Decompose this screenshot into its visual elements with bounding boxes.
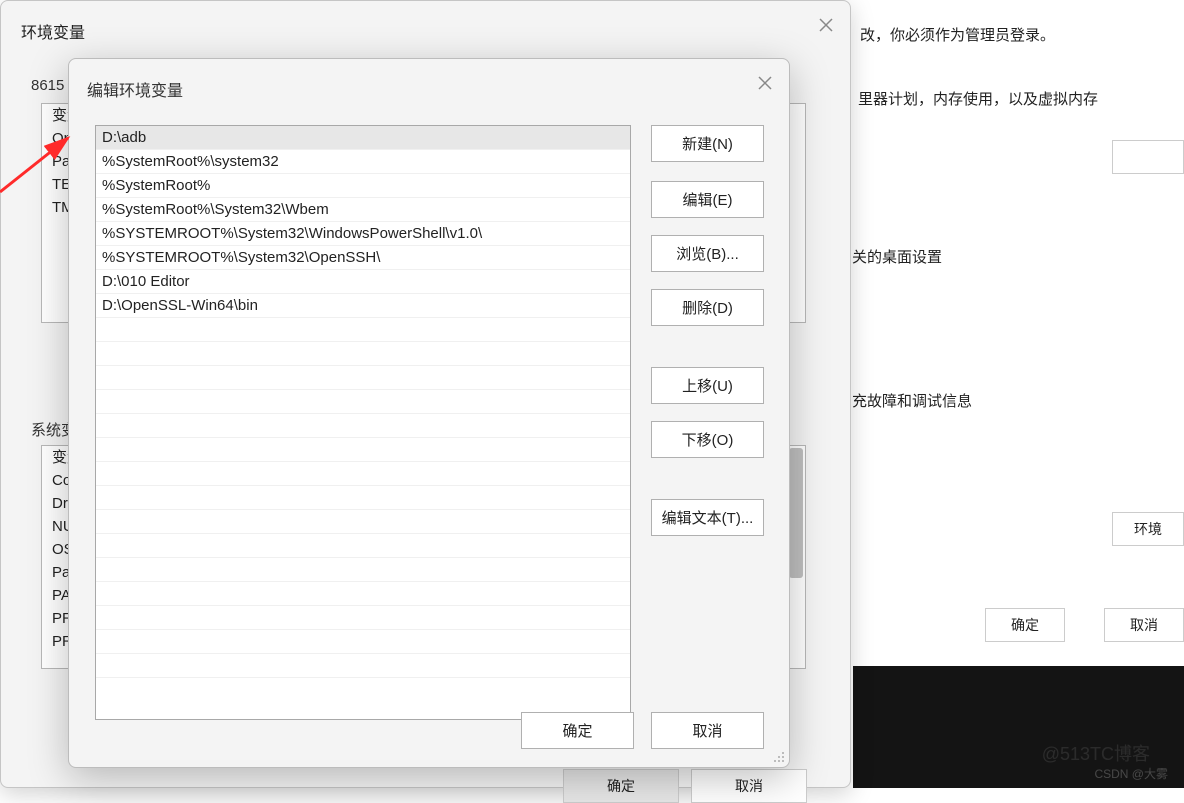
move-down-button[interactable]: 下移(O)	[651, 421, 764, 458]
bg-desktop-text: 关的桌面设置	[852, 246, 942, 267]
path-list-item-empty[interactable]	[96, 390, 630, 414]
path-list-item[interactable]: %SystemRoot%\System32\Wbem	[96, 198, 630, 222]
user-vars-label: 8615	[31, 77, 64, 94]
ok-button[interactable]: 确定	[521, 712, 634, 749]
path-list-item-empty[interactable]	[96, 606, 630, 630]
move-up-button[interactable]: 上移(U)	[651, 367, 764, 404]
edit-env-variable-dialog: 编辑环境变量 D:\adb%SystemRoot%\system32%Syste…	[68, 58, 790, 768]
path-list-item[interactable]: %SystemRoot%	[96, 174, 630, 198]
bg-admin-text: 改，你必须作为管理员登录。	[860, 24, 1055, 45]
env-ok-button[interactable]: 确定	[563, 769, 679, 803]
resize-grip-icon[interactable]	[771, 749, 785, 763]
path-list-item-empty[interactable]	[96, 318, 630, 342]
path-list-item[interactable]: D:\010 Editor	[96, 270, 630, 294]
bg-settings-button[interactable]	[1112, 140, 1184, 174]
browse-button[interactable]: 浏览(B)...	[651, 235, 764, 272]
path-list-item[interactable]: %SYSTEMROOT%\System32\OpenSSH\	[96, 246, 630, 270]
delete-button[interactable]: 删除(D)	[651, 289, 764, 326]
path-list-item-empty[interactable]	[96, 630, 630, 654]
edit-button[interactable]: 编辑(E)	[651, 181, 764, 218]
path-list-item-empty[interactable]	[96, 414, 630, 438]
path-list-item[interactable]: D:\adb	[96, 126, 630, 150]
path-listbox[interactable]: D:\adb%SystemRoot%\system32%SystemRoot%%…	[95, 125, 631, 720]
edit-dialog-title: 编辑环境变量	[87, 77, 183, 101]
path-list-item-empty[interactable]	[96, 342, 630, 366]
path-list-item[interactable]: D:\OpenSSL-Win64\bin	[96, 294, 630, 318]
path-list-item-empty[interactable]	[96, 366, 630, 390]
scrollbar-thumb[interactable]	[789, 448, 803, 578]
path-list-item-empty[interactable]	[96, 582, 630, 606]
path-list-item-empty[interactable]	[96, 534, 630, 558]
bg-cancel-button[interactable]: 取消	[1104, 608, 1184, 642]
path-list-item-empty[interactable]	[96, 462, 630, 486]
watermark-secondary: @513TC博客	[1042, 740, 1150, 766]
bg-memory-text: 里器计划，内存使用，以及虚拟内存	[858, 88, 1098, 109]
close-icon[interactable]	[816, 15, 836, 35]
path-list-item[interactable]: %SystemRoot%\system32	[96, 150, 630, 174]
path-list-item-empty[interactable]	[96, 510, 630, 534]
path-list-item-empty[interactable]	[96, 558, 630, 582]
bg-ok-button[interactable]: 确定	[985, 608, 1065, 642]
edit-text-button[interactable]: 编辑文本(T)...	[651, 499, 764, 536]
env-dialog-title: 环境变量	[21, 19, 85, 43]
path-list-item-empty[interactable]	[96, 486, 630, 510]
close-icon[interactable]	[755, 73, 775, 93]
cancel-button[interactable]: 取消	[651, 712, 764, 749]
new-button[interactable]: 新建(N)	[651, 125, 764, 162]
env-cancel-button[interactable]: 取消	[691, 769, 807, 803]
path-list-item-empty[interactable]	[96, 438, 630, 462]
watermark: CSDN @大雾	[1094, 765, 1168, 782]
bg-env-button[interactable]: 环境	[1112, 512, 1184, 546]
path-list-item[interactable]: %SYSTEMROOT%\System32\WindowsPowerShell\…	[96, 222, 630, 246]
bg-debug-text: 充故障和调试信息	[852, 390, 972, 411]
path-list-item-empty[interactable]	[96, 654, 630, 678]
